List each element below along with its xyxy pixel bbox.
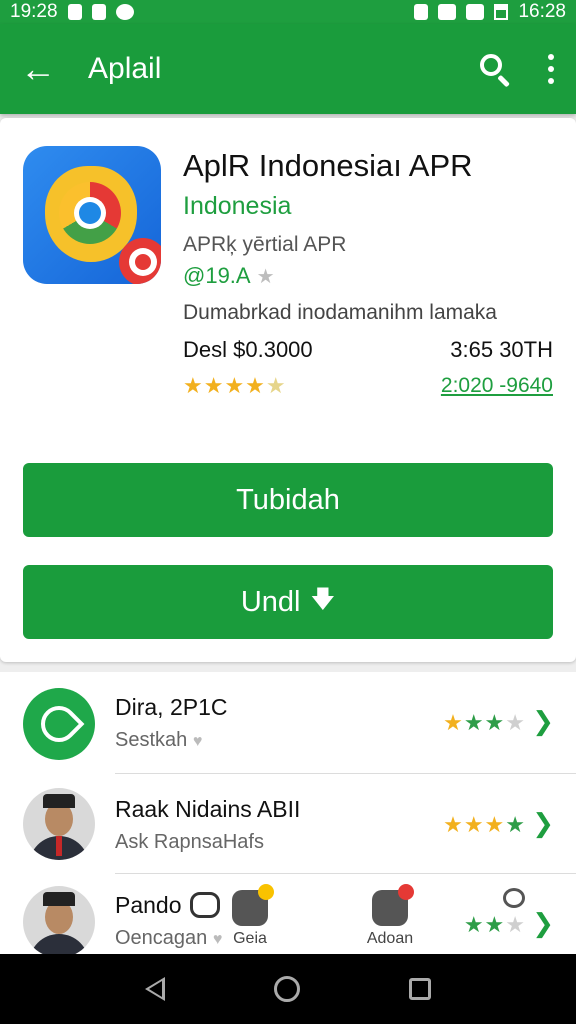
list-item-name: Dira, 2P1C <box>115 694 228 720</box>
list-item[interactable]: Raak Nidains ABII Ask RapnsaHafs ★★★★ ❯ <box>0 774 576 874</box>
app-subtitle: APRķ yērtial APR <box>183 233 347 256</box>
tab-label: Adoan <box>366 930 414 947</box>
tab-geia[interactable]: Geia <box>180 884 320 954</box>
tab-label: Geia <box>233 930 267 947</box>
app-title: AplR Indonesiaı APR <box>183 148 473 183</box>
battery-icon <box>494 4 509 20</box>
app-description: Dumabrkad inodamanihm lamaka <box>183 301 497 324</box>
star-icon: ★ <box>256 265 275 288</box>
page-title: Aplail <box>88 52 162 85</box>
more-options-icon[interactable] <box>548 54 556 84</box>
app-bar: ← Aplail <box>0 24 576 114</box>
tab-adoan[interactable]: Adoan <box>320 884 460 954</box>
app-rating: @19.A ★ <box>183 263 563 289</box>
heart-icon: ♥ <box>192 733 203 750</box>
system-nav-bar <box>0 954 576 1024</box>
list-item-stars: ★★★★ <box>443 710 526 735</box>
app-info: AplR Indonesiaı APR Indonesia APRķ yērti… <box>183 148 563 399</box>
nav-recents-icon[interactable] <box>409 978 432 1000</box>
download-button[interactable]: Undl 🡇 <box>23 565 553 639</box>
download-arrow-icon: 🡇 <box>310 585 336 613</box>
rating-text: @19.A <box>183 263 251 288</box>
notification-icon <box>67 4 82 20</box>
status-bar: 19:28 16:28 <box>0 0 576 24</box>
person-avatar <box>23 886 95 956</box>
app-detail-card: AplR Indonesiaı APR Indonesia APRķ yērti… <box>0 118 576 662</box>
list-item-sub: Sestkah <box>115 729 188 751</box>
notification-icon <box>91 4 106 20</box>
signal-icon <box>466 4 485 20</box>
person-avatar <box>23 788 95 860</box>
bottom-tabs: Geia Adoan <box>180 884 460 954</box>
status-time: 19:28 <box>10 1 58 22</box>
nav-home-icon[interactable] <box>273 976 300 1002</box>
gallery-icon <box>372 884 414 926</box>
notification-icon <box>115 4 134 20</box>
list-item[interactable]: Dira, 2P1C Sestkah ♥ ★★★★ ❯ <box>0 672 576 772</box>
notification-dot <box>258 884 274 900</box>
list-item-sub: Ask RapnsaHafs <box>115 831 264 853</box>
vibrate-icon <box>414 4 429 20</box>
status-time-right: 16:28 <box>518 1 566 22</box>
meta-link[interactable]: 2:020 -9640 <box>441 374 553 398</box>
meta-right: 3:65 30TH <box>450 337 553 362</box>
chat-icon[interactable] <box>503 888 525 908</box>
gallery-icon <box>232 884 274 926</box>
leaf-icon <box>23 688 95 760</box>
chevron-right-icon[interactable]: ❯ <box>532 808 554 839</box>
notification-dot <box>398 884 414 900</box>
primary-button[interactable]: Tubidah <box>23 463 553 537</box>
app-icon <box>23 146 161 284</box>
meta-left: Desl $0.3000 <box>183 337 313 362</box>
chevron-right-icon[interactable]: ❯ <box>532 706 554 737</box>
download-button-label: Undl <box>240 585 301 618</box>
wifi-icon <box>438 4 457 20</box>
primary-button-label: Tubidah <box>236 483 340 516</box>
search-icon[interactable] <box>480 54 510 88</box>
list-item-stars: ★★★★ <box>443 812 526 837</box>
back-arrow-icon[interactable]: ← <box>20 51 60 87</box>
list-item-name: Raak Nidains ABII <box>115 796 301 822</box>
app-country[interactable]: Indonesia <box>183 192 563 221</box>
star-rating: ★★★★★ <box>183 373 287 398</box>
nav-back-icon[interactable] <box>144 977 165 1001</box>
chevron-right-icon[interactable]: ❯ <box>532 908 554 939</box>
list-item-stars: ★★★ <box>463 912 526 937</box>
